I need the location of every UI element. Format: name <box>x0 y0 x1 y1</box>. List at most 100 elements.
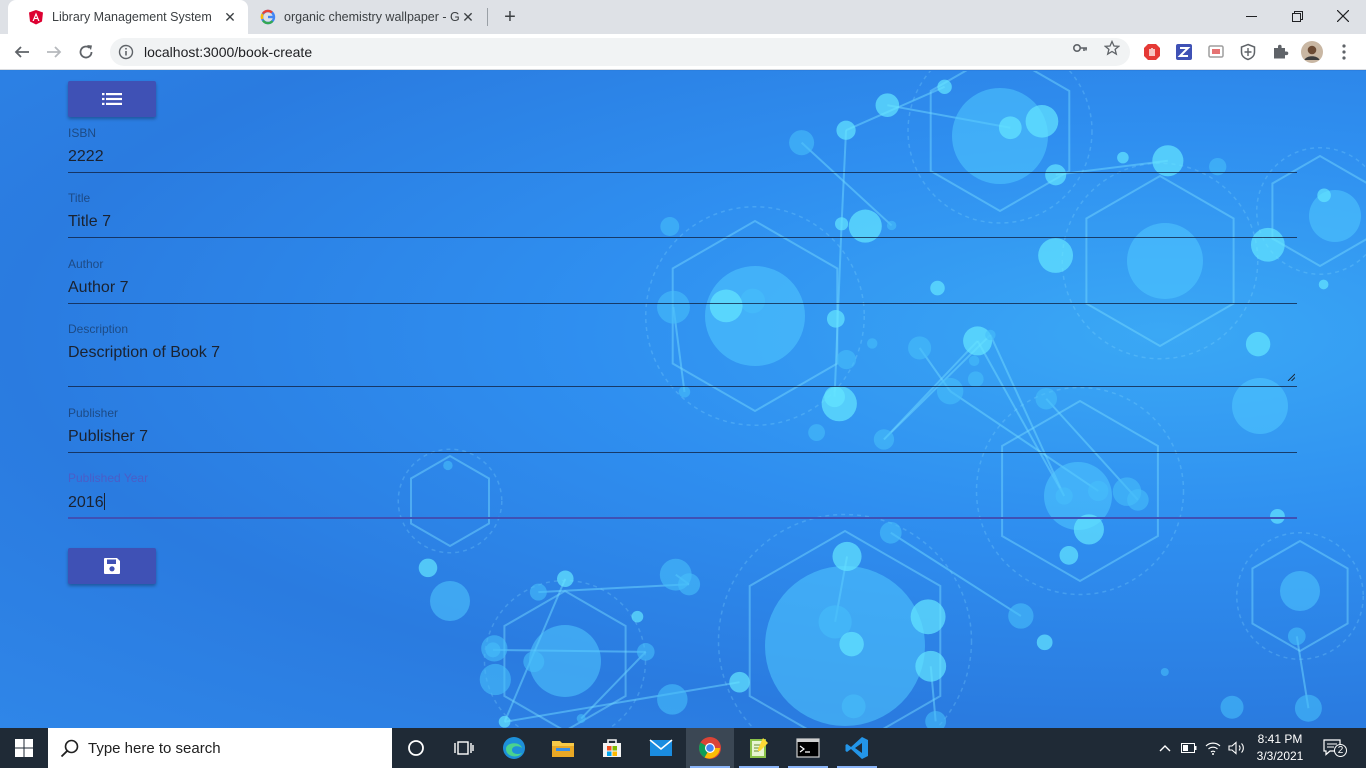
windows-logo-icon <box>15 739 33 757</box>
start-button[interactable] <box>0 728 48 768</box>
profile-avatar[interactable] <box>1301 41 1323 63</box>
resize-handle-icon[interactable] <box>1287 373 1295 381</box>
taskbar-store[interactable] <box>588 728 636 768</box>
taskbar-edge[interactable] <box>490 728 538 768</box>
google-icon <box>260 9 276 25</box>
bookmark-star-icon[interactable] <box>1104 40 1120 56</box>
extension-cast-icon[interactable] <box>1206 42 1226 62</box>
text-caret <box>103 493 105 510</box>
isbn-input[interactable]: 2222 <box>68 148 1297 170</box>
publisher-field[interactable]: Publisher Publisher 7 <box>68 406 1297 453</box>
taskbar-mail[interactable] <box>637 728 685 768</box>
extensions-puzzle-icon[interactable] <box>1270 42 1290 62</box>
list-icon <box>102 93 122 105</box>
author-field[interactable]: Author Author 7 <box>68 257 1297 304</box>
browser-tab-strip: Library Management System ✕ organic chem… <box>0 0 1366 34</box>
publisher-label: Publisher <box>68 406 119 420</box>
isbn-field[interactable]: ISBN 2222 <box>68 126 1297 173</box>
key-icon[interactable] <box>1072 40 1088 56</box>
taskbar-notepad[interactable] <box>735 728 783 768</box>
minimize-button[interactable] <box>1228 0 1274 32</box>
speaker-icon <box>1228 741 1244 755</box>
url-text: localhost:3000/book-create <box>144 44 313 60</box>
taskbar-vscode[interactable] <box>833 728 881 768</box>
close-tab-icon[interactable]: ✕ <box>460 9 476 25</box>
tab-separator <box>487 8 488 26</box>
task-view-icon <box>454 741 474 755</box>
clock-date: 3/3/2021 <box>1256 749 1304 763</box>
browser-toolbar: localhost:3000/book-create <box>0 34 1366 70</box>
chevron-up-icon <box>1159 745 1171 752</box>
book-list-button[interactable] <box>68 81 156 117</box>
terminal-icon <box>796 738 820 758</box>
notepad-icon <box>750 738 768 758</box>
save-button[interactable] <box>68 548 156 584</box>
action-center-button[interactable]: 2 <box>1322 738 1347 758</box>
new-tab-button[interactable]: + <box>498 5 522 29</box>
network-tray[interactable] <box>1204 738 1222 758</box>
description-field[interactable]: Description Description of Book 7 <box>68 322 1297 387</box>
taskbar-clock[interactable]: 8:41 PM 3/3/2021 <box>1252 731 1308 765</box>
page-content: ISBN 2222 Title Title 7 Author Author 7 … <box>0 71 1366 728</box>
description-label: Description <box>68 322 129 336</box>
reload-icon <box>79 45 93 59</box>
title-underline <box>68 237 1297 238</box>
restore-button[interactable] <box>1274 0 1320 32</box>
notification-count-badge: 2 <box>1334 744 1347 757</box>
isbn-label: ISBN <box>68 126 97 140</box>
close-tab-icon[interactable]: ✕ <box>222 9 238 25</box>
extension-red-icon[interactable] <box>1142 42 1162 62</box>
tab-title: Library Management System <box>52 10 212 24</box>
search-placeholder: Type here to search <box>88 739 221 757</box>
published-year-field[interactable]: Published Year 2016 <box>68 471 1297 519</box>
forward-button[interactable] <box>40 38 68 66</box>
published-year-input[interactable]: 2016 <box>68 493 1297 515</box>
back-arrow-icon <box>14 46 29 58</box>
wifi-icon <box>1205 742 1221 755</box>
cortana-icon <box>408 740 424 756</box>
title-field[interactable]: Title Title 7 <box>68 191 1297 238</box>
info-icon <box>118 44 134 60</box>
publisher-input[interactable]: Publisher 7 <box>68 428 1297 450</box>
isbn-underline <box>68 172 1297 173</box>
extension-shield-icon[interactable] <box>1238 42 1258 62</box>
address-bar[interactable]: localhost:3000/book-create <box>110 38 1130 66</box>
published-year-value: 2016 <box>68 494 104 511</box>
tab-library-management[interactable]: Library Management System ✕ <box>8 0 248 34</box>
tab-title: organic chemistry wallpaper - Go <box>284 10 460 24</box>
author-label: Author <box>68 257 104 271</box>
tab-organic-chemistry[interactable]: organic chemistry wallpaper - Go ✕ <box>240 0 486 34</box>
battery-tray[interactable] <box>1180 738 1198 758</box>
search-icon <box>60 739 79 758</box>
close-window-button[interactable] <box>1320 0 1366 32</box>
volume-tray[interactable] <box>1228 738 1246 758</box>
taskbar-chrome[interactable] <box>686 728 734 768</box>
reload-button[interactable] <box>72 38 100 66</box>
browser-menu-icon[interactable] <box>1334 42 1354 62</box>
save-icon <box>104 558 120 574</box>
battery-icon <box>1181 743 1197 753</box>
back-button[interactable] <box>8 38 36 66</box>
extension-z-icon[interactable] <box>1174 42 1194 62</box>
store-icon <box>603 739 621 757</box>
author-input[interactable]: Author 7 <box>68 279 1297 301</box>
description-textarea[interactable]: Description of Book 7 <box>68 344 1297 366</box>
taskbar-file-explorer[interactable] <box>539 728 587 768</box>
cortana-button[interactable] <box>392 728 440 768</box>
task-view-button[interactable] <box>440 728 488 768</box>
publisher-underline <box>68 452 1297 453</box>
chrome-icon <box>699 737 721 759</box>
clock-time: 8:41 PM <box>1257 732 1303 746</box>
edge-icon <box>503 737 525 759</box>
description-underline <box>68 386 1297 387</box>
vscode-icon <box>845 737 868 759</box>
title-input[interactable]: Title 7 <box>68 213 1297 235</box>
taskbar-search-box[interactable]: Type here to search <box>48 728 392 768</box>
folder-icon <box>552 741 574 757</box>
taskbar-terminal[interactable] <box>784 728 832 768</box>
angular-icon <box>28 9 44 25</box>
published-year-label: Published Year <box>68 471 149 485</box>
author-underline <box>68 303 1297 304</box>
forward-arrow-icon <box>47 46 62 58</box>
show-hidden-icons-button[interactable] <box>1156 738 1174 758</box>
